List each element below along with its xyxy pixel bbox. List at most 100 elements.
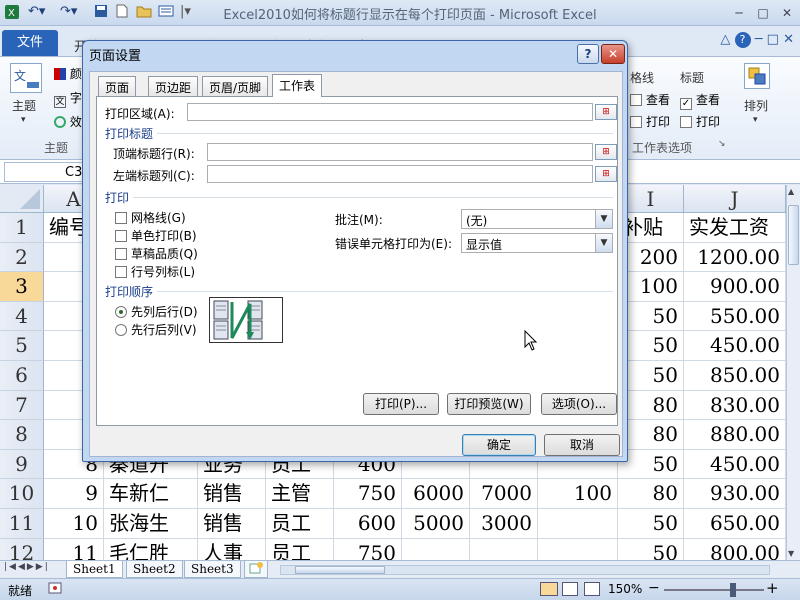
horizontal-scroll-thumb[interactable] (295, 566, 385, 574)
gridlines-print-checkbox[interactable]: 打印 (630, 113, 670, 130)
rows-to-repeat-input[interactable] (207, 143, 593, 161)
ribbon-collapse-icon[interactable]: △ (720, 32, 730, 47)
select-all-corner[interactable] (0, 185, 44, 213)
columns-to-repeat-collapse-icon[interactable]: ⊞ (595, 166, 617, 182)
zoom-slider-thumb[interactable] (730, 583, 736, 597)
grid-cell[interactable]: 9 (44, 479, 104, 509)
tab-margins[interactable]: 页边距 (148, 76, 199, 96)
grid-cell[interactable]: 50 (618, 509, 684, 539)
grid-cell[interactable]: 销售 (198, 479, 266, 509)
columns-to-repeat-input[interactable] (207, 165, 593, 183)
tab-page[interactable]: 页面 (98, 76, 137, 96)
grid-cell[interactable]: 550.00 (684, 301, 786, 332)
ok-button[interactable]: 确定 (462, 434, 536, 456)
grid-cell[interactable]: 7000 (470, 479, 538, 509)
themes-dropdown-icon[interactable]: ▾ (21, 115, 26, 125)
grid-cell[interactable]: 5000 (402, 509, 470, 539)
close-button[interactable]: ✕ (776, 4, 798, 22)
dialog-close-button[interactable]: ✕ (601, 44, 625, 64)
grid-cell[interactable]: 50 (618, 538, 684, 560)
minimize-button[interactable]: ─ (728, 4, 750, 22)
grid-cell[interactable]: 6000 (402, 479, 470, 509)
grid-cell[interactable]: 实发工资 (684, 213, 786, 243)
page-layout-view-icon[interactable] (562, 582, 578, 596)
row-header[interactable]: 8 (0, 420, 44, 450)
new-file-icon[interactable] (116, 4, 128, 22)
name-box[interactable]: C3 (4, 162, 84, 182)
grid-cell[interactable]: 员工 (266, 538, 334, 560)
sheet-tab-sheet3[interactable]: Sheet3 (184, 561, 241, 578)
grid-cell[interactable]: 930.00 (684, 479, 786, 509)
scroll-up-icon[interactable]: ▲ (788, 187, 794, 196)
grid-cell[interactable]: 销售 (198, 509, 266, 539)
page-break-view-icon[interactable] (584, 582, 600, 596)
grid-cell[interactable]: 1200.00 (684, 242, 786, 273)
sheet-nav-arrows-icon[interactable]: |◀◀▶▶| (4, 562, 50, 572)
cell-errors-select[interactable]: 显示值 ▼ (461, 233, 613, 253)
column-header-j[interactable]: J (684, 185, 786, 213)
normal-view-icon[interactable] (540, 582, 558, 596)
insert-sheet-icon[interactable] (244, 561, 268, 578)
scroll-down-icon[interactable]: ▼ (788, 549, 794, 558)
row-header[interactable]: 10 (0, 479, 44, 509)
grid-cell[interactable] (538, 538, 618, 560)
row-header[interactable]: 2 (0, 242, 44, 273)
customize-toolbar-icon[interactable]: |▾ (180, 4, 191, 19)
themes-button-label[interactable]: 主题 (12, 97, 36, 114)
rows-to-repeat-collapse-icon[interactable]: ⊞ (595, 144, 617, 160)
workbook-close-icon[interactable]: ✕ (783, 32, 794, 47)
macro-record-icon[interactable] (48, 581, 62, 598)
row-header[interactable]: 1 (0, 213, 44, 243)
cancel-button[interactable]: 取消 (544, 434, 620, 456)
grid-cell[interactable]: 880.00 (684, 420, 786, 450)
grid-cell[interactable]: 人事 (198, 538, 266, 560)
black-white-checkbox[interactable]: 单色打印(B) (115, 227, 197, 244)
sheet-tab-sheet2[interactable]: Sheet2 (126, 561, 183, 578)
dialog-launcher-icon[interactable]: ↘ (718, 139, 726, 149)
undo-icon[interactable]: ↶▾ (28, 4, 45, 19)
row-header[interactable]: 12 (0, 538, 44, 560)
grid-cell[interactable]: 450.00 (684, 449, 786, 480)
print-area-input[interactable] (187, 103, 593, 121)
row-col-headings-checkbox[interactable]: 行号列标(L) (115, 263, 195, 280)
grid-cell[interactable]: 11 (44, 538, 104, 560)
gridlines-checkbox[interactable]: 网格线(G) (115, 209, 186, 226)
horizontal-scrollbar[interactable] (280, 565, 770, 575)
options-button[interactable]: 选项(O)... (541, 393, 617, 415)
grid-cell[interactable] (470, 538, 538, 560)
arrange-icon[interactable] (744, 63, 770, 89)
row-header[interactable]: 4 (0, 301, 44, 332)
row-header[interactable]: 3 (0, 272, 44, 302)
grid-cell[interactable]: 900.00 (684, 272, 786, 302)
grid-cell[interactable]: 100 (538, 479, 618, 509)
themes-icon[interactable]: 文 (10, 63, 42, 93)
arrange-dropdown-icon[interactable]: ▾ (753, 115, 758, 125)
theme-colors-button[interactable]: 颜 (54, 65, 82, 82)
tab-sheet[interactable]: 工作表 (272, 74, 323, 97)
grid-cell[interactable]: 750 (334, 538, 402, 560)
dialog-help-button[interactable]: ? (577, 44, 599, 64)
grid-cell[interactable]: 毛仁胜 (104, 538, 198, 560)
theme-effects-button[interactable]: 效 (54, 113, 82, 130)
over-then-down-radio[interactable]: 先行后列(V) (115, 321, 197, 338)
grid-cell[interactable]: 张海生 (104, 509, 198, 539)
gridlines-view-checkbox[interactable]: 查看 (630, 91, 670, 108)
grid-cell[interactable]: 650.00 (684, 509, 786, 539)
grid-cell[interactable]: 750 (334, 479, 402, 509)
tab-header-footer[interactable]: 页眉/页脚 (202, 76, 269, 96)
arrange-button[interactable]: 排列 (744, 97, 768, 114)
workbook-minimize-icon[interactable]: ─ (755, 32, 763, 47)
vertical-scrollbar[interactable]: ▲ ▼ (786, 185, 800, 560)
file-tab[interactable]: 文件 (2, 30, 58, 56)
grid-cell[interactable] (538, 509, 618, 539)
grid-cell[interactable]: 850.00 (684, 361, 786, 391)
print-preview-button[interactable]: 打印预览(W) (447, 393, 531, 415)
grid-cell[interactable]: 830.00 (684, 390, 786, 421)
draft-quality-checkbox[interactable]: 草稿品质(Q) (115, 245, 198, 262)
open-folder-icon[interactable] (136, 4, 152, 22)
zoom-level[interactable]: 150% (608, 582, 642, 596)
workbook-restore-icon[interactable]: □ (767, 32, 779, 47)
comments-select[interactable]: (无) ▼ (461, 209, 613, 229)
down-then-over-radio[interactable]: 先列后行(D) (115, 303, 198, 320)
redo-icon[interactable]: ↷▾ (60, 4, 77, 19)
